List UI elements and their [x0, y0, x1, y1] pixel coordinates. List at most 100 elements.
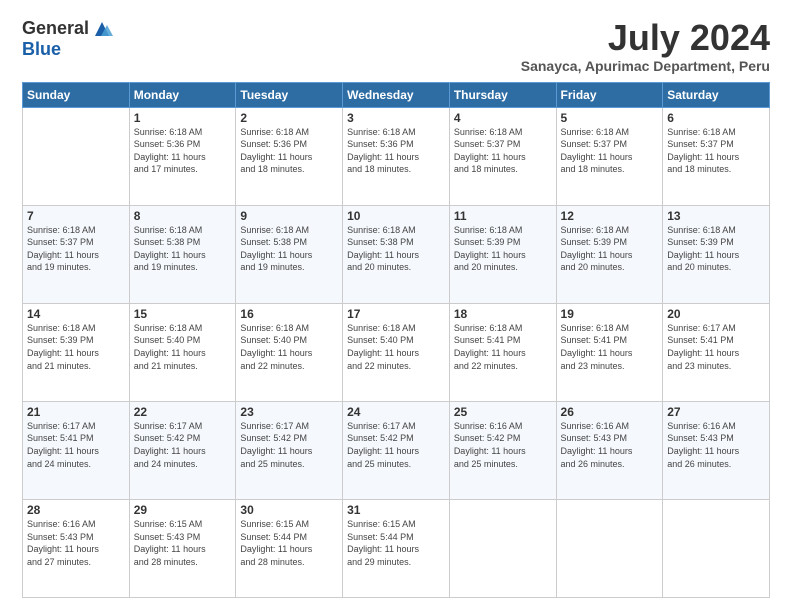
table-row	[449, 499, 556, 597]
day-number: 18	[454, 307, 552, 321]
table-row: 29Sunrise: 6:15 AM Sunset: 5:43 PM Dayli…	[129, 499, 236, 597]
table-row: 17Sunrise: 6:18 AM Sunset: 5:40 PM Dayli…	[343, 303, 450, 401]
day-number: 7	[27, 209, 125, 223]
cell-info: Sunrise: 6:18 AM Sunset: 5:40 PM Dayligh…	[347, 322, 445, 372]
col-wednesday: Wednesday	[343, 82, 450, 107]
col-sunday: Sunday	[23, 82, 130, 107]
col-monday: Monday	[129, 82, 236, 107]
col-friday: Friday	[556, 82, 663, 107]
calendar-week-1: 1 Sunrise: 6:18 AM Sunset: 5:36 PM Daylig…	[23, 107, 770, 205]
table-row: 10Sunrise: 6:18 AM Sunset: 5:38 PM Dayli…	[343, 205, 450, 303]
table-row: 5Sunrise: 6:18 AM Sunset: 5:37 PM Daylig…	[556, 107, 663, 205]
cell-info: Sunrise: 6:18 AM Sunset: 5:37 PM Dayligh…	[667, 126, 765, 176]
day-number: 14	[27, 307, 125, 321]
day-number: 28	[27, 503, 125, 517]
table-row: 11Sunrise: 6:18 AM Sunset: 5:39 PM Dayli…	[449, 205, 556, 303]
month-title: July 2024	[521, 18, 770, 58]
calendar-week-3: 14Sunrise: 6:18 AM Sunset: 5:39 PM Dayli…	[23, 303, 770, 401]
col-tuesday: Tuesday	[236, 82, 343, 107]
cell-info: Sunrise: 6:16 AM Sunset: 5:43 PM Dayligh…	[561, 420, 659, 470]
cell-info: Sunrise: 6:15 AM Sunset: 5:44 PM Dayligh…	[240, 518, 338, 568]
cell-info: Sunrise: 6:18 AM Sunset: 5:38 PM Dayligh…	[134, 224, 232, 274]
table-row: 16Sunrise: 6:18 AM Sunset: 5:40 PM Dayli…	[236, 303, 343, 401]
cell-info: Sunrise: 6:18 AM Sunset: 5:39 PM Dayligh…	[454, 224, 552, 274]
table-row: 27Sunrise: 6:16 AM Sunset: 5:43 PM Dayli…	[663, 401, 770, 499]
col-thursday: Thursday	[449, 82, 556, 107]
day-number: 13	[667, 209, 765, 223]
cell-info: Sunrise: 6:15 AM Sunset: 5:44 PM Dayligh…	[347, 518, 445, 568]
table-row: 12Sunrise: 6:18 AM Sunset: 5:39 PM Dayli…	[556, 205, 663, 303]
cell-info: Sunrise: 6:18 AM Sunset: 5:38 PM Dayligh…	[240, 224, 338, 274]
header: General Blue July 2024 Sanayca, Apurimac…	[22, 18, 770, 74]
table-row: 20Sunrise: 6:17 AM Sunset: 5:41 PM Dayli…	[663, 303, 770, 401]
day-number: 23	[240, 405, 338, 419]
calendar-table: Sunday Monday Tuesday Wednesday Thursday…	[22, 82, 770, 598]
table-row: 2Sunrise: 6:18 AM Sunset: 5:36 PM Daylig…	[236, 107, 343, 205]
table-row: 22Sunrise: 6:17 AM Sunset: 5:42 PM Dayli…	[129, 401, 236, 499]
table-row	[23, 107, 130, 205]
logo-blue-text: Blue	[22, 39, 61, 59]
cell-info: Sunrise: 6:18 AM Sunset: 5:36 PM Dayligh…	[347, 126, 445, 176]
cell-info: Sunrise: 6:17 AM Sunset: 5:42 PM Dayligh…	[347, 420, 445, 470]
day-number: 31	[347, 503, 445, 517]
cell-info: Sunrise: 6:17 AM Sunset: 5:41 PM Dayligh…	[667, 322, 765, 372]
day-number: 10	[347, 209, 445, 223]
table-row: 1Sunrise: 6:18 AM Sunset: 5:36 PM Daylig…	[129, 107, 236, 205]
cell-info: Sunrise: 6:18 AM Sunset: 5:39 PM Dayligh…	[27, 322, 125, 372]
table-row: 15Sunrise: 6:18 AM Sunset: 5:40 PM Dayli…	[129, 303, 236, 401]
table-row: 28Sunrise: 6:16 AM Sunset: 5:43 PM Dayli…	[23, 499, 130, 597]
day-number: 6	[667, 111, 765, 125]
day-number: 12	[561, 209, 659, 223]
calendar-header-row: Sunday Monday Tuesday Wednesday Thursday…	[23, 82, 770, 107]
table-row: 21Sunrise: 6:17 AM Sunset: 5:41 PM Dayli…	[23, 401, 130, 499]
cell-info: Sunrise: 6:17 AM Sunset: 5:41 PM Dayligh…	[27, 420, 125, 470]
day-number: 21	[27, 405, 125, 419]
table-row: 4Sunrise: 6:18 AM Sunset: 5:37 PM Daylig…	[449, 107, 556, 205]
calendar-week-4: 21Sunrise: 6:17 AM Sunset: 5:41 PM Dayli…	[23, 401, 770, 499]
cell-info: Sunrise: 6:18 AM Sunset: 5:41 PM Dayligh…	[561, 322, 659, 372]
col-saturday: Saturday	[663, 82, 770, 107]
day-number: 29	[134, 503, 232, 517]
day-number: 24	[347, 405, 445, 419]
cell-info: Sunrise: 6:17 AM Sunset: 5:42 PM Dayligh…	[134, 420, 232, 470]
day-number: 8	[134, 209, 232, 223]
day-number: 9	[240, 209, 338, 223]
cell-info: Sunrise: 6:18 AM Sunset: 5:39 PM Dayligh…	[667, 224, 765, 274]
cell-info: Sunrise: 6:18 AM Sunset: 5:41 PM Dayligh…	[454, 322, 552, 372]
table-row: 24Sunrise: 6:17 AM Sunset: 5:42 PM Dayli…	[343, 401, 450, 499]
table-row: 26Sunrise: 6:16 AM Sunset: 5:43 PM Dayli…	[556, 401, 663, 499]
logo-general-text: General	[22, 18, 89, 39]
day-number: 30	[240, 503, 338, 517]
table-row	[663, 499, 770, 597]
day-number: 1	[134, 111, 232, 125]
table-row	[556, 499, 663, 597]
cell-info: Sunrise: 6:16 AM Sunset: 5:43 PM Dayligh…	[667, 420, 765, 470]
day-number: 22	[134, 405, 232, 419]
table-row: 3Sunrise: 6:18 AM Sunset: 5:36 PM Daylig…	[343, 107, 450, 205]
table-row: 14Sunrise: 6:18 AM Sunset: 5:39 PM Dayli…	[23, 303, 130, 401]
table-row: 6Sunrise: 6:18 AM Sunset: 5:37 PM Daylig…	[663, 107, 770, 205]
location-subtitle: Sanayca, Apurimac Department, Peru	[521, 58, 770, 74]
table-row: 18Sunrise: 6:18 AM Sunset: 5:41 PM Dayli…	[449, 303, 556, 401]
cell-info: Sunrise: 6:18 AM Sunset: 5:40 PM Dayligh…	[134, 322, 232, 372]
day-number: 5	[561, 111, 659, 125]
cell-info: Sunrise: 6:18 AM Sunset: 5:36 PM Dayligh…	[240, 126, 338, 176]
day-number: 16	[240, 307, 338, 321]
table-row: 13Sunrise: 6:18 AM Sunset: 5:39 PM Dayli…	[663, 205, 770, 303]
cell-info: Sunrise: 6:18 AM Sunset: 5:37 PM Dayligh…	[27, 224, 125, 274]
cell-info: Sunrise: 6:18 AM Sunset: 5:39 PM Dayligh…	[561, 224, 659, 274]
table-row: 9Sunrise: 6:18 AM Sunset: 5:38 PM Daylig…	[236, 205, 343, 303]
day-number: 17	[347, 307, 445, 321]
day-number: 15	[134, 307, 232, 321]
title-block: July 2024 Sanayca, Apurimac Department, …	[521, 18, 770, 74]
table-row: 23Sunrise: 6:17 AM Sunset: 5:42 PM Dayli…	[236, 401, 343, 499]
logo: General Blue	[22, 18, 113, 60]
cell-info: Sunrise: 6:18 AM Sunset: 5:37 PM Dayligh…	[454, 126, 552, 176]
day-number: 20	[667, 307, 765, 321]
day-number: 11	[454, 209, 552, 223]
day-number: 26	[561, 405, 659, 419]
calendar-week-2: 7Sunrise: 6:18 AM Sunset: 5:37 PM Daylig…	[23, 205, 770, 303]
cell-info: Sunrise: 6:16 AM Sunset: 5:43 PM Dayligh…	[27, 518, 125, 568]
day-number: 19	[561, 307, 659, 321]
day-number: 3	[347, 111, 445, 125]
